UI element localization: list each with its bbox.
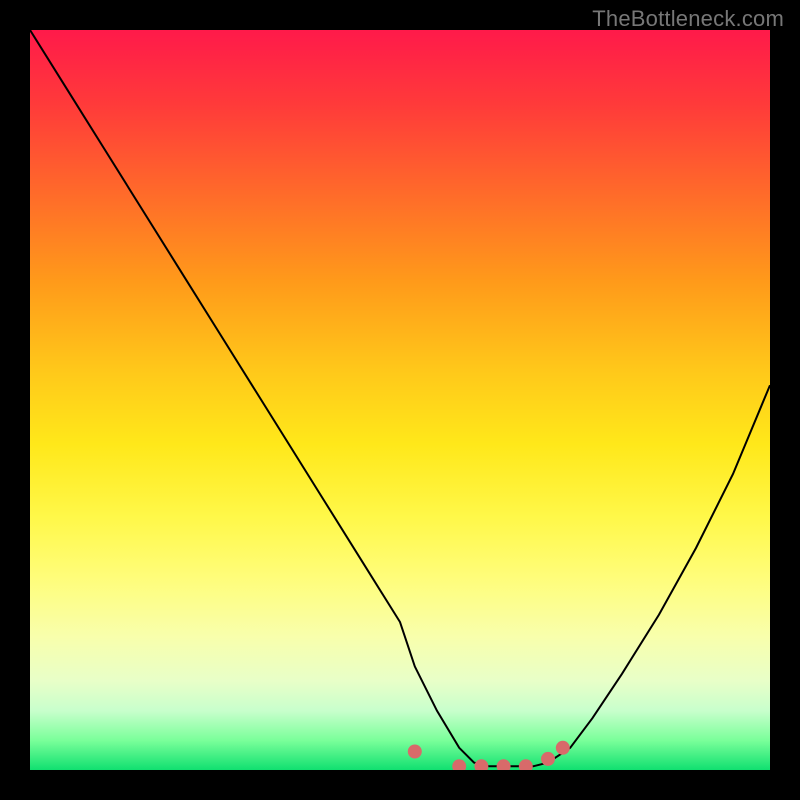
right-edge-dot-1 bbox=[541, 752, 555, 766]
bottleneck-curve bbox=[30, 30, 770, 766]
plot-area bbox=[30, 30, 770, 770]
right-edge-dot-2 bbox=[556, 741, 570, 755]
bottom-dot-4 bbox=[519, 759, 533, 770]
bottom-dot-1 bbox=[452, 759, 466, 770]
bottom-dot-2 bbox=[474, 759, 488, 770]
watermark-text: TheBottleneck.com bbox=[592, 6, 784, 32]
chart-stage: TheBottleneck.com bbox=[0, 0, 800, 800]
curve-svg bbox=[30, 30, 770, 770]
left-edge-dot bbox=[408, 745, 422, 759]
bottom-dot-3 bbox=[497, 759, 511, 770]
